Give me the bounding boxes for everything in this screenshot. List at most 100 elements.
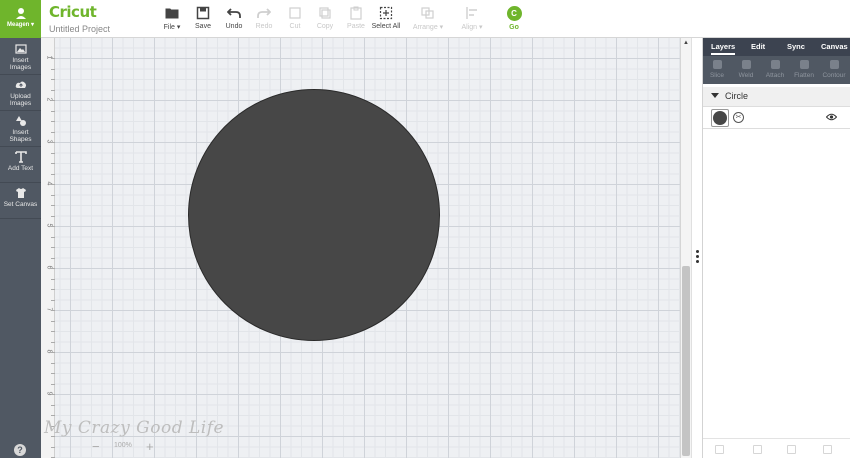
panel-resize-handle[interactable] bbox=[691, 38, 702, 458]
tab-edit[interactable]: Edit bbox=[751, 42, 765, 51]
copy-button[interactable]: Copy bbox=[308, 6, 342, 34]
cut-button[interactable]: Cut bbox=[278, 6, 312, 34]
save-icon bbox=[196, 6, 210, 20]
tab-sync[interactable]: Sync bbox=[787, 42, 805, 51]
contour-icon bbox=[829, 60, 839, 69]
cut-operation-icon[interactable]: ✂ bbox=[733, 112, 744, 123]
sidebar-item-label: Insert bbox=[12, 57, 29, 64]
image-icon bbox=[14, 44, 27, 54]
layers-panel: Layers Edit Sync Canvas Slice Weld Attac… bbox=[702, 38, 850, 458]
user-icon bbox=[15, 6, 27, 19]
align-menu-button[interactable]: Align ▾ bbox=[455, 6, 489, 34]
left-sidebar: Meagen ▾ Insert Images Upload Images Ins… bbox=[0, 0, 41, 458]
group-icon[interactable] bbox=[715, 445, 724, 454]
arrange-menu-button[interactable]: Arrange ▾ bbox=[411, 6, 445, 34]
ungroup-icon[interactable] bbox=[753, 445, 762, 454]
paste-label: Paste bbox=[347, 23, 365, 30]
handle-dot bbox=[696, 250, 699, 253]
design-canvas[interactable] bbox=[55, 38, 680, 458]
flatten-label: Flatten bbox=[794, 72, 814, 79]
shapes-icon bbox=[15, 116, 26, 126]
sidebar-item-label: Images bbox=[9, 64, 32, 71]
paste-button[interactable]: Paste bbox=[339, 6, 373, 34]
panel-footer bbox=[703, 438, 850, 458]
sidebar-item-label: Shapes bbox=[9, 136, 32, 143]
go-button[interactable]: C Go bbox=[497, 6, 531, 34]
scrollbar-thumb[interactable] bbox=[682, 266, 690, 456]
select-all-button[interactable]: Select All bbox=[369, 6, 403, 34]
cloud-upload-icon bbox=[15, 81, 26, 88]
zoom-out-button[interactable]: − bbox=[92, 439, 100, 454]
arrange-icon bbox=[421, 7, 434, 19]
sidebar-item-label: Add Text bbox=[7, 165, 34, 172]
slice-button[interactable]: Slice bbox=[704, 60, 730, 79]
delete-icon[interactable] bbox=[787, 445, 796, 454]
sidebar-item-upload-images[interactable]: Upload Images bbox=[0, 75, 41, 111]
align-label: Align ▾ bbox=[461, 24, 483, 31]
redo-button[interactable]: Redo bbox=[247, 6, 281, 34]
scroll-up-icon[interactable]: ▲ bbox=[683, 40, 689, 46]
tab-canvas[interactable]: Canvas bbox=[821, 42, 848, 51]
project-title[interactable]: Untitled Project bbox=[49, 24, 110, 34]
sidebar-item-add-text[interactable]: Add Text bbox=[0, 147, 41, 183]
sidebar-item-label: Upload bbox=[10, 93, 31, 100]
cricut-logo: Cricut bbox=[49, 3, 97, 21]
sidebar-item-set-canvas[interactable]: Set Canvas bbox=[0, 183, 41, 219]
top-toolbar: Cricut Untitled Project File ▾ Save Undo… bbox=[41, 0, 850, 38]
sidebar-item-label: Set Canvas bbox=[3, 201, 38, 208]
undo-icon bbox=[227, 8, 241, 18]
flatten-icon bbox=[799, 60, 809, 69]
help-button[interactable]: ? bbox=[14, 444, 26, 456]
eye-icon[interactable] bbox=[826, 113, 837, 121]
save-label: Save bbox=[195, 23, 211, 30]
vertical-scrollbar[interactable]: ▲ bbox=[680, 38, 691, 458]
contour-button[interactable]: Contour bbox=[821, 60, 847, 79]
copy-label: Copy bbox=[316, 23, 334, 30]
slice-label: Slice bbox=[709, 72, 725, 79]
select-all-icon bbox=[379, 6, 393, 20]
attach-label: Attach bbox=[765, 72, 785, 79]
go-icon: C bbox=[506, 6, 522, 21]
undo-label: Undo bbox=[225, 23, 243, 30]
file-menu-button[interactable]: File ▾ bbox=[155, 6, 189, 34]
layer-tools: Slice Weld Attach Flatten Contour bbox=[703, 56, 850, 84]
select-all-label: Select All bbox=[371, 23, 401, 30]
paste-icon bbox=[350, 6, 362, 20]
sidebar-item-label: Images bbox=[9, 100, 32, 107]
circle-shape[interactable] bbox=[188, 89, 440, 341]
contour-label: Contour bbox=[822, 72, 846, 79]
chevron-down-icon[interactable] bbox=[711, 93, 719, 98]
redo-icon bbox=[257, 8, 271, 18]
handle-dot bbox=[696, 255, 699, 258]
file-label: File ▾ bbox=[163, 24, 181, 31]
layer-row[interactable]: ✂ bbox=[703, 107, 850, 129]
panel-tabs: Layers Edit Sync Canvas bbox=[703, 38, 850, 56]
vertical-ruler: 123456789 bbox=[41, 38, 55, 458]
sidebar-item-insert-shapes[interactable]: Insert Shapes bbox=[0, 111, 41, 147]
watermark: My Crazy Good Life bbox=[44, 418, 225, 438]
zoom-in-button[interactable]: + bbox=[146, 439, 154, 454]
text-icon bbox=[14, 151, 27, 163]
redo-label: Redo bbox=[255, 23, 273, 30]
handle-dot bbox=[696, 260, 699, 263]
attach-button[interactable]: Attach bbox=[762, 60, 788, 79]
duplicate-icon[interactable] bbox=[823, 445, 832, 454]
align-icon bbox=[466, 7, 477, 19]
cut-label: Cut bbox=[289, 23, 301, 30]
undo-button[interactable]: Undo bbox=[217, 6, 251, 34]
folder-icon bbox=[165, 8, 179, 19]
copy-icon bbox=[319, 7, 331, 19]
layer-group-header[interactable]: Circle bbox=[703, 87, 850, 107]
save-button[interactable]: Save bbox=[186, 6, 220, 34]
sidebar-item-insert-images[interactable]: Insert Images bbox=[0, 39, 41, 75]
tab-layers[interactable]: Layers bbox=[711, 42, 736, 55]
sidebar-item-label: Insert bbox=[12, 129, 29, 136]
weld-button[interactable]: Weld bbox=[733, 60, 759, 79]
slice-icon bbox=[712, 60, 722, 69]
user-menu[interactable]: Meagen ▾ bbox=[0, 0, 41, 38]
flatten-button[interactable]: Flatten bbox=[791, 60, 817, 79]
attach-icon bbox=[770, 60, 780, 69]
weld-label: Weld bbox=[738, 72, 754, 79]
cut-icon bbox=[289, 7, 301, 19]
layer-thumbnail bbox=[711, 109, 729, 127]
